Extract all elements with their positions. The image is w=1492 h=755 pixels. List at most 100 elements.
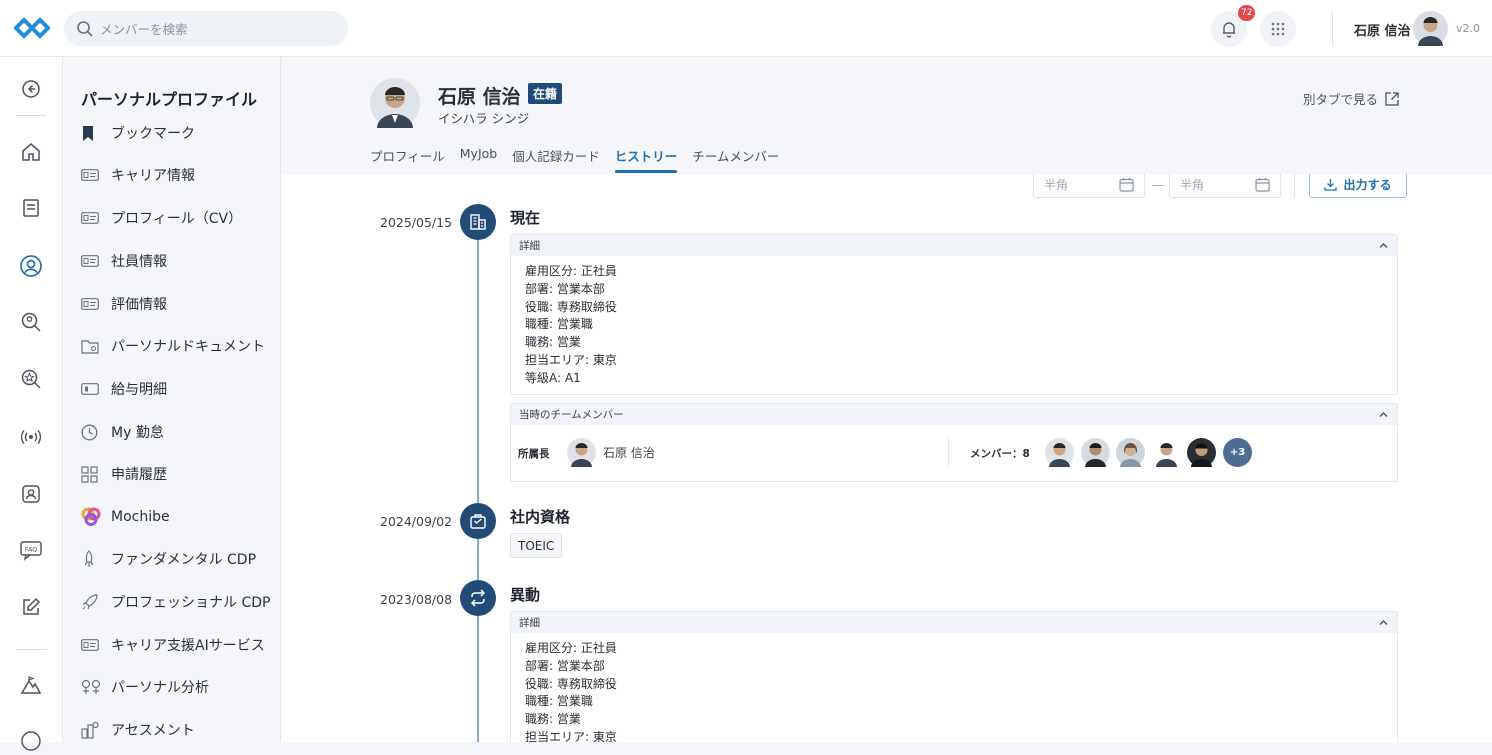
tab-history[interactable]: ヒストリー xyxy=(614,146,677,173)
calendar-icon xyxy=(1119,177,1134,192)
document-icon[interactable] xyxy=(17,194,45,222)
sidebar-item-employee-info[interactable]: 社員情報 xyxy=(81,249,167,273)
calendar-icon xyxy=(1255,177,1270,192)
bag-icon xyxy=(460,503,496,539)
id-card-icon xyxy=(81,252,103,270)
mochibe-logo-icon xyxy=(81,507,103,526)
person-search-icon[interactable] xyxy=(17,308,45,336)
history-content: 半角 — 半角 出力する 2025/05/15 現在 詳細 雇用区分: 正社員 … xyxy=(281,174,1492,742)
team-leader-name[interactable]: 石原 信治 xyxy=(603,444,655,461)
timeline-date: 2025/05/15 xyxy=(380,215,453,230)
divider xyxy=(948,436,949,468)
sidebar-item-application-history[interactable]: 申請履歴 xyxy=(81,462,167,486)
payslip-icon xyxy=(81,380,103,398)
rocket-icon xyxy=(81,550,103,568)
sidebar-item-label: パーソナル分析 xyxy=(111,680,209,696)
sidebar-item-career-ai-service[interactable]: キャリア支援AIサービス xyxy=(81,633,265,657)
date-from-input[interactable]: 半角 xyxy=(1033,174,1145,198)
chevron-up-icon[interactable] xyxy=(1378,617,1389,628)
chevron-up-icon[interactable] xyxy=(1378,240,1389,251)
app-version: v2.0 xyxy=(1456,22,1481,35)
team-header-label: 当時のチームメンバー xyxy=(519,409,624,421)
edit-icon[interactable] xyxy=(17,593,45,621)
sidebar-item-mochibe[interactable]: Mochibe xyxy=(81,505,170,529)
team-panel-header[interactable]: 当時のチームメンバー xyxy=(511,404,1397,425)
sidebar-item-personal-analysis[interactable]: パーソナル分析 xyxy=(81,675,209,699)
sidebar-item-bookmark[interactable]: ブックマーク xyxy=(81,121,195,145)
sidebar-item-fundamental-cdp[interactable]: ファンダメンタル CDP xyxy=(81,547,256,571)
sidebar-item-label: キャリア情報 xyxy=(111,168,195,184)
detail-line: 職種: 営業職 xyxy=(525,694,593,709)
member-avatar[interactable] xyxy=(1081,438,1110,467)
profile-card-icon[interactable] xyxy=(17,480,45,508)
user-avatar[interactable] xyxy=(1413,11,1448,46)
details-panel: 詳細 雇用区分: 正社員 部署: 営業本部 役職: 専務取締役 職種: 営業職 … xyxy=(510,234,1398,395)
person-circle-icon[interactable] xyxy=(17,252,45,280)
date-to-placeholder: 半角 xyxy=(1180,177,1205,192)
sidebar-item-label: Mochibe xyxy=(111,509,170,525)
sidebar-item-label: プロフェッショナル CDP xyxy=(111,595,271,611)
mountain-icon[interactable] xyxy=(17,671,45,699)
bookmark-icon xyxy=(81,124,103,142)
export-button[interactable]: 出力する xyxy=(1309,174,1407,198)
sidebar-item-label: 社員情報 xyxy=(111,254,167,270)
qualification-tag: TOEIC xyxy=(510,533,563,558)
tab-team-members[interactable]: チームメンバー xyxy=(692,146,779,173)
member-avatar[interactable] xyxy=(1045,438,1074,467)
chevron-up-icon[interactable] xyxy=(1378,409,1389,420)
sidebar-item-assessment[interactable]: アセスメント xyxy=(81,718,195,742)
tab-myjob[interactable]: MyJob xyxy=(460,146,497,173)
detail-line: 担当エリア: 東京 xyxy=(525,729,617,742)
details-body: 雇用区分: 正社員 部署: 営業本部 役職: 専務取締役 職種: 営業職 職務:… xyxy=(511,256,1397,394)
detail-line: 等級A: A1 xyxy=(525,370,581,385)
sidebar-item-professional-cdp[interactable]: プロフェッショナル CDP xyxy=(81,590,270,614)
open-in-new-tab-link[interactable]: 別タブで見る xyxy=(1303,89,1400,108)
badge-360-icon[interactable] xyxy=(17,727,45,755)
profile-avatar xyxy=(370,78,420,128)
svg-text:FAQ: FAQ xyxy=(25,546,38,554)
faq-icon[interactable]: FAQ xyxy=(17,536,45,564)
details-panel-header[interactable]: 詳細 xyxy=(511,612,1397,633)
home-icon[interactable] xyxy=(17,138,45,166)
detail-line: 部署: 営業本部 xyxy=(525,658,605,673)
tab-profile[interactable]: プロフィール xyxy=(370,146,445,173)
analysis-icon xyxy=(81,678,103,696)
folder-icon xyxy=(81,337,103,355)
details-header-label: 詳細 xyxy=(519,617,540,629)
detail-line: 職務: 営業 xyxy=(525,712,581,727)
date-to-input[interactable]: 半角 xyxy=(1169,174,1281,198)
details-panel-header[interactable]: 詳細 xyxy=(511,235,1397,256)
sidebar-item-career-info[interactable]: キャリア情報 xyxy=(81,163,195,187)
app-launcher-button[interactable] xyxy=(1260,11,1296,47)
member-avatar[interactable] xyxy=(1187,438,1216,467)
broadcast-icon[interactable] xyxy=(17,423,45,451)
sidebar-item-label: ブックマーク xyxy=(111,126,195,142)
member-avatar[interactable] xyxy=(1116,438,1145,467)
building-icon xyxy=(460,204,496,240)
tab-personal-record-card[interactable]: 個人記録カード xyxy=(512,146,600,173)
transfer-icon xyxy=(460,580,496,616)
app-logo-icon[interactable] xyxy=(13,14,51,42)
details-body: 雇用区分: 正社員 部署: 営業本部 役職: 専務取締役 職種: 営業職 職務:… xyxy=(511,633,1397,742)
team-leader-label: 所属長 xyxy=(518,448,550,460)
grid-dots-icon xyxy=(1271,22,1285,36)
detail-line: 職務: 営業 xyxy=(525,335,581,350)
star-search-icon[interactable] xyxy=(17,365,45,393)
detail-line: 役職: 専務取締役 xyxy=(525,676,617,691)
current-user-name[interactable]: 石原 信治 xyxy=(1354,20,1411,39)
member-avatar[interactable] xyxy=(1152,438,1181,467)
sidebar-item-profile-cv[interactable]: プロフィール（CV） xyxy=(81,206,242,230)
timeline-title: 異動 xyxy=(510,586,541,604)
sidebar-item-personal-document[interactable]: パーソナルドキュメント xyxy=(81,334,265,358)
sidebar-item-payslip[interactable]: 給与明細 xyxy=(81,377,167,401)
sidebar-item-my-attendance[interactable]: My 勤怠 xyxy=(81,420,164,444)
team-leader-avatar[interactable] xyxy=(567,438,596,467)
sidebar-item-evaluation[interactable]: 評価情報 xyxy=(81,292,167,316)
sidebar-item-label: パーソナルドキュメント xyxy=(111,339,265,355)
sidebar-item-label: 申請履歴 xyxy=(111,467,167,483)
member-search-input[interactable]: メンバーを検索 xyxy=(64,11,348,46)
external-link-icon xyxy=(1385,91,1399,106)
id-card-icon xyxy=(81,166,103,184)
collapse-icon[interactable] xyxy=(17,75,45,103)
more-members-button[interactable]: +3 xyxy=(1223,438,1252,467)
